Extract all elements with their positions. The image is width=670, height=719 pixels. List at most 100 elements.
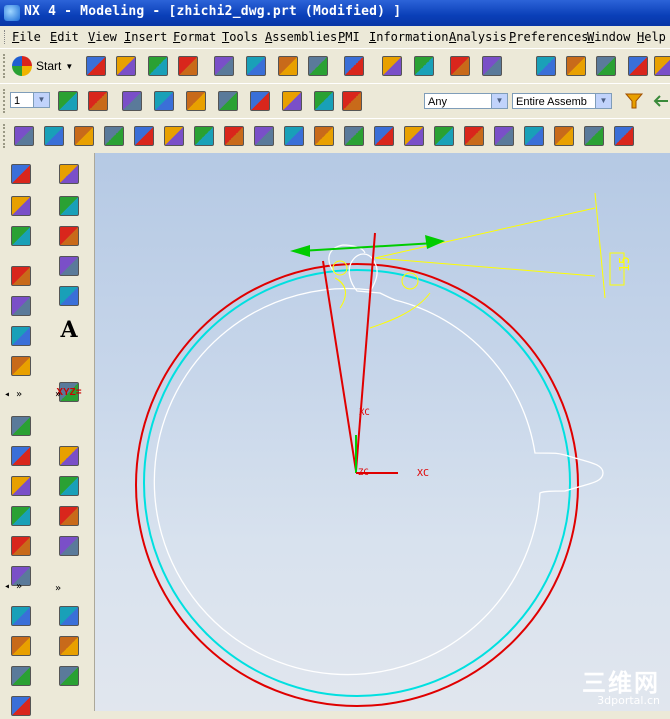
surface-8-button[interactable] <box>222 124 246 148</box>
block-button[interactable] <box>8 263 34 289</box>
pocket-button[interactable] <box>8 473 34 499</box>
surface-11-button[interactable] <box>312 124 336 148</box>
slot-button[interactable] <box>8 533 34 559</box>
surface-12-button[interactable] <box>342 124 366 148</box>
surface-6-button[interactable] <box>162 124 186 148</box>
information-button[interactable] <box>480 54 504 78</box>
edit-curve-button[interactable] <box>56 663 82 689</box>
dimension-text[interactable]: 15 <box>618 256 633 272</box>
menu-assemblies[interactable]: Assemblies <box>265 30 337 44</box>
section-button[interactable] <box>56 603 82 629</box>
palette-overflow-left[interactable]: ◂ » <box>4 389 22 400</box>
shell-button[interactable] <box>8 603 34 629</box>
surface-14-button[interactable] <box>402 124 426 148</box>
surface-18-button[interactable] <box>522 124 546 148</box>
title-bar[interactable]: NX 4 - Modeling - [zhichi2_dwg.prt (Modi… <box>0 0 670 26</box>
surface-21-button[interactable] <box>612 124 636 148</box>
wcs-orient-button[interactable] <box>216 89 240 113</box>
palette-overflow-right-2[interactable]: » <box>55 583 61 594</box>
delete-button[interactable] <box>306 54 330 78</box>
menu-edit[interactable]: Edit <box>50 30 79 44</box>
shaded-view-button[interactable] <box>564 54 588 78</box>
pad-button[interactable] <box>8 503 34 529</box>
selection-filter-icon[interactable] <box>622 89 646 113</box>
new-file-button[interactable] <box>84 54 108 78</box>
wcs-display-button[interactable] <box>280 89 304 113</box>
zoom-button[interactable] <box>594 54 618 78</box>
menu-window[interactable]: Window <box>587 30 630 44</box>
part-profile[interactable] <box>153 253 604 676</box>
surface-15-button[interactable] <box>432 124 456 148</box>
surface-19-button[interactable] <box>552 124 576 148</box>
wcs-dynamics-button[interactable] <box>120 89 144 113</box>
zoom-in-out-button[interactable] <box>626 54 650 78</box>
sphere-button[interactable] <box>8 353 34 379</box>
wcs-rotate-button[interactable] <box>184 89 208 113</box>
outer-circle[interactable] <box>135 263 579 707</box>
wcs-set-to-absolute-button[interactable] <box>248 89 272 113</box>
cone-button[interactable] <box>8 323 34 349</box>
thicken-button[interactable] <box>8 693 34 719</box>
open-folder-button[interactable] <box>114 54 138 78</box>
surface-17-button[interactable] <box>492 124 516 148</box>
type-filter-select[interactable]: Any ▼ <box>424 93 508 109</box>
offset-curve-button[interactable] <box>56 443 82 469</box>
menu-format[interactable]: Format <box>173 30 216 44</box>
palette-overflow-right[interactable]: » <box>55 389 61 400</box>
surface-5-button[interactable] <box>132 124 156 148</box>
copy-display-button[interactable] <box>380 54 404 78</box>
menu-information[interactable]: Information <box>369 30 448 44</box>
bridge-button[interactable] <box>56 473 82 499</box>
surface-9-button[interactable] <box>252 124 276 148</box>
paste-display-button[interactable] <box>412 54 436 78</box>
surface-10-button[interactable] <box>282 124 306 148</box>
line-button[interactable] <box>56 161 82 187</box>
select-arrow-icon[interactable] <box>648 89 670 113</box>
trim-button[interactable] <box>8 663 34 689</box>
menu-view[interactable]: View <box>88 30 117 44</box>
menu-pmi[interactable]: PMI <box>338 30 360 44</box>
boss-button[interactable] <box>8 443 34 469</box>
cut-button[interactable] <box>212 54 236 78</box>
print-button[interactable] <box>176 54 200 78</box>
menu-tools[interactable]: Tools <box>222 30 258 44</box>
layer-select[interactable]: 1 ▼ <box>10 92 50 108</box>
save-button[interactable] <box>146 54 170 78</box>
surface-16-button[interactable] <box>462 124 486 148</box>
conic-button[interactable] <box>56 283 82 309</box>
sketch-button[interactable] <box>8 161 34 187</box>
spline-button[interactable] <box>56 223 82 249</box>
extrude-button[interactable] <box>8 193 34 219</box>
surface-4-button[interactable] <box>102 124 126 148</box>
surface-20-button[interactable] <box>582 124 606 148</box>
snap-point-button[interactable] <box>340 89 364 113</box>
menu-insert[interactable]: Insert <box>124 30 167 44</box>
info-object-button[interactable] <box>448 54 472 78</box>
arc-button[interactable] <box>56 193 82 219</box>
zoom-fit-button[interactable] <box>534 54 558 78</box>
text-tool-button[interactable]: A <box>56 317 82 343</box>
surface-7-button[interactable] <box>192 124 216 148</box>
menu-file[interactable]: File <box>12 30 41 44</box>
wcs-origin-button[interactable] <box>152 89 176 113</box>
hole-button[interactable] <box>8 413 34 439</box>
rotate-button[interactable] <box>652 54 670 78</box>
copy-button[interactable] <box>244 54 268 78</box>
trim-curve-button[interactable] <box>56 633 82 659</box>
menu-analysis[interactable]: Analysis <box>449 30 507 44</box>
projection-button[interactable] <box>56 503 82 529</box>
menu-preferences[interactable]: Preferences <box>509 30 588 44</box>
paste-button[interactable] <box>276 54 300 78</box>
graphics-window[interactable]: 15 XC ZC XC 三维网 3dportal.cn <box>95 153 670 711</box>
move-to-layer-button[interactable] <box>86 89 110 113</box>
layer-settings-button[interactable] <box>56 89 80 113</box>
palette-overflow-left-2[interactable]: ◂ » <box>4 581 22 592</box>
menu-help[interactable]: Help <box>637 30 666 44</box>
intersection-button[interactable] <box>56 533 82 559</box>
surface-13-button[interactable] <box>372 124 396 148</box>
surface-1-button[interactable] <box>12 124 36 148</box>
surface-2-button[interactable] <box>42 124 66 148</box>
inner-circle[interactable] <box>143 269 571 697</box>
save-wcs-button[interactable] <box>312 89 336 113</box>
point-button[interactable] <box>56 253 82 279</box>
